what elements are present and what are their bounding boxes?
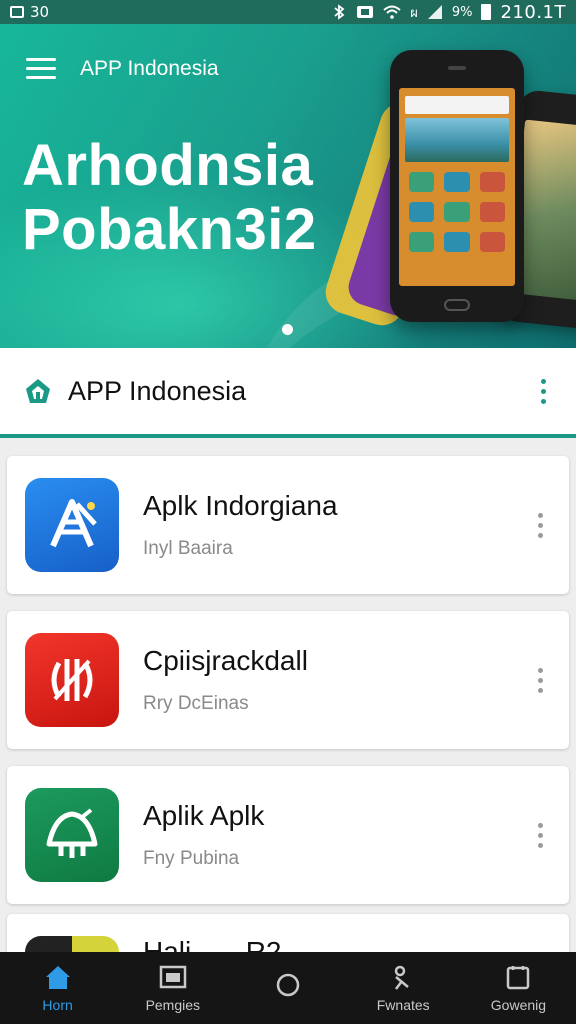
nav-label: Pemgies [145,997,201,1013]
nav-home[interactable]: Horn [0,952,115,1024]
gallery-notification-icon [10,6,24,18]
nav-home-circle[interactable] [230,952,345,1024]
hero-line-2: Pobakn3i2 [22,197,317,262]
signal-icon [427,5,442,19]
bluetooth-icon [334,4,345,20]
hero-line-1: Arhodnsia [22,133,314,198]
battery-icon [481,4,492,20]
nav-favorites[interactable]: Fwnates [346,952,461,1024]
banner-title: APP Indonesia [80,57,219,80]
app-name: Cpiisjrackdall [143,645,308,676]
app-subtitle: Inyl Baaira [143,538,233,559]
app-logo-icon [26,379,50,403]
app-more-icon[interactable] [530,662,551,699]
app-more-icon[interactable] [530,817,551,854]
hero-banner[interactable]: APP Indonesia Arhodnsia Pobakn3i2 [0,24,576,348]
status-left-text: 30 [30,3,50,21]
app-card[interactable]: Cpiisjrackdall Rry DcEinas [7,611,569,749]
app-name: Aplik Aplk [143,800,265,831]
app-screen: 30 ผ 9% 210.1T APP Indonesia Arhodnsia P… [0,0,576,1024]
wifi-icon [383,5,401,19]
signal-text: 9% [451,4,473,20]
app-card[interactable]: Aplk Indorgiana Inyl Baaira [7,456,569,594]
home-icon [45,966,70,989]
hero-headline: Arhodnsia Pobakn3i2 [22,134,317,262]
app-name: Aplk Indorgiana [143,490,338,521]
carousel-indicator[interactable] [282,324,293,335]
header-title: APP Indonesia [68,375,247,406]
crossed-signal-icon [25,633,119,727]
app-header: APP Indonesia [0,348,576,438]
person-icon [394,965,410,990]
nav-settings[interactable]: Gowenig [461,952,576,1024]
network-label: ผ [410,5,418,21]
circle-home-icon [276,973,300,997]
image-frame-icon [159,965,187,989]
bottom-navigation: Horn Pemgies Fwnates Gowenig [0,952,576,1024]
status-clock: 210.1T [500,1,566,23]
nfc-icon [357,6,374,18]
tablet-icon [507,966,530,990]
nav-label: Horn [42,997,73,1013]
nav-label: Fwnates [376,997,430,1013]
status-right: ผ 9% 210.1T [331,2,566,23]
status-left: 30 [10,3,49,21]
nav-pages[interactable]: Pemgies [115,952,230,1024]
ladder-triangle-icon [25,478,119,572]
hamburger-menu-icon[interactable] [26,58,56,80]
app-subtitle: Rry DcEinas [143,693,249,714]
app-subtitle: Fny Pubina [143,848,240,869]
header-more-icon[interactable] [533,375,554,408]
bell-umbrella-icon [25,788,119,882]
status-bar: 30 ผ 9% 210.1T [0,0,576,24]
app-card[interactable]: Aplik Aplk Fny Pubina [7,766,569,904]
app-more-icon[interactable] [530,507,551,544]
nav-label: Gowenig [490,997,547,1013]
phone-illustration-front [390,50,524,322]
